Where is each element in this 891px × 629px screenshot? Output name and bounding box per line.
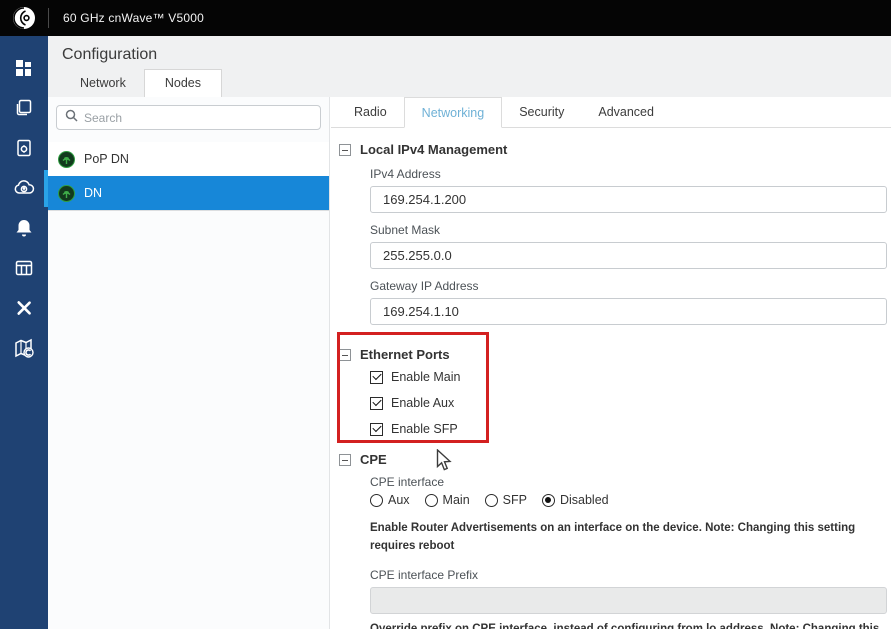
cpe-prefix-note: Override prefix on CPE interface, instea… [370,622,880,629]
product-name: 60 GHz cnWave™ V5000 [63,11,204,25]
section-local-ipv4: Local IPv4 Management IPv4 Address Subne… [339,142,891,325]
collapse-icon[interactable] [339,143,351,156]
radio-icon[interactable] [370,493,383,507]
sidebar-item-software-update[interactable] [0,168,48,208]
tab-advanced[interactable]: Advanced [581,97,671,127]
radio-aux[interactable]: Aux [370,493,410,507]
collapse-icon[interactable] [339,348,351,361]
sidebar-item-notifications[interactable] [0,208,48,248]
statistics-icon [14,258,34,278]
configuration-icon [14,138,34,158]
node-search-box[interactable] [56,105,321,130]
cpe-interface-radio-group: Aux Main SFP Disabled [370,493,887,507]
gateway-ip-label: Gateway IP Address [370,279,479,293]
router-advertisements-note: Enable Router Advertisements on an inter… [370,522,856,553]
section-title: Ethernet Ports [360,347,450,362]
subnet-mask-label: Subnet Mask [370,223,441,237]
tab-networking[interactable]: Networking [403,97,503,128]
cpe-prefix-field[interactable] [370,586,887,614]
section-cpe: CPE CPE interface Aux Main SFP Disabled … [339,452,891,629]
subnet-mask-field[interactable] [370,242,887,269]
dashboard-icon [14,58,34,78]
cpe-prefix-label: CPE interface Prefix [370,567,479,582]
tab-radio[interactable]: Radio [337,97,404,127]
tools-icon [14,298,34,318]
sidebar-item-statistics[interactable] [0,248,48,288]
checkbox-label: Enable Aux [391,396,455,410]
top-app-bar: 60 GHz cnWave™ V5000 [0,0,891,36]
section-title: CPE [360,452,387,467]
radio-sfp[interactable]: SFP [484,493,527,507]
network-nodes-tabs: Network Nodes [62,69,222,97]
node-status-icon [58,150,75,168]
page-header: Configuration Network Nodes [48,36,891,97]
search-icon [65,109,78,127]
checkbox-checked-icon[interactable] [370,422,383,436]
checkbox-label: Enable Main [391,370,461,384]
sidebar-active-indicator [44,170,48,207]
node-list-panel: PoP DN DN [48,97,330,629]
enable-aux-checkbox-row[interactable]: Enable Aux [370,396,891,410]
cambium-logo[interactable] [0,6,48,30]
topbar-divider [48,8,49,28]
sidebar-item-maps[interactable] [0,328,48,368]
tab-nodes[interactable]: Nodes [143,69,222,97]
node-status-icon [58,184,75,202]
radio-icon[interactable] [484,493,498,507]
software-update-icon [13,178,35,198]
node-row-dn[interactable]: DN [48,176,329,210]
search-input[interactable] [84,110,312,125]
radio-disabled[interactable]: Disabled [541,493,609,507]
radio-selected-icon[interactable] [541,493,555,507]
checkbox-checked-icon[interactable] [370,396,383,410]
checkbox-checked-icon[interactable] [370,370,383,384]
cpe-interface-label: CPE interface [370,475,445,489]
collapse-icon[interactable] [339,453,351,466]
section-ethernet-ports: Ethernet Ports Enable Main Enable Aux En… [339,347,891,436]
radio-main[interactable]: Main [424,493,470,507]
sidebar-item-dashboard[interactable] [0,48,48,88]
sidebar-item-tools[interactable] [0,288,48,328]
node-row-pop-dn[interactable]: PoP DN [48,142,329,176]
section-title: Local IPv4 Management [360,142,508,157]
left-nav-sidebar [0,36,48,629]
page-title: Configuration [62,46,158,63]
ipv4-address-field[interactable] [370,186,887,213]
node-list: PoP DN DN [48,142,329,211]
topology-icon [14,98,34,118]
enable-sfp-checkbox-row[interactable]: Enable SFP [370,422,891,436]
radio-icon[interactable] [424,493,438,507]
maps-icon [13,337,35,359]
node-name: DN [84,186,103,200]
sidebar-item-configuration[interactable] [0,128,48,168]
sidebar-item-topology[interactable] [0,88,48,128]
enable-main-checkbox-row[interactable]: Enable Main [370,370,891,384]
gateway-ip-field[interactable] [370,298,887,325]
node-config-content: Radio Networking Security Advanced Local… [331,97,891,629]
checkbox-label: Enable SFP [391,422,458,436]
node-name: PoP DN [84,152,129,166]
notifications-icon [15,218,33,238]
ipv4-address-label: IPv4 Address [370,167,441,181]
tab-network[interactable]: Network [62,70,144,97]
tab-security[interactable]: Security [502,97,581,127]
config-tabs: Radio Networking Security Advanced [331,97,891,128]
